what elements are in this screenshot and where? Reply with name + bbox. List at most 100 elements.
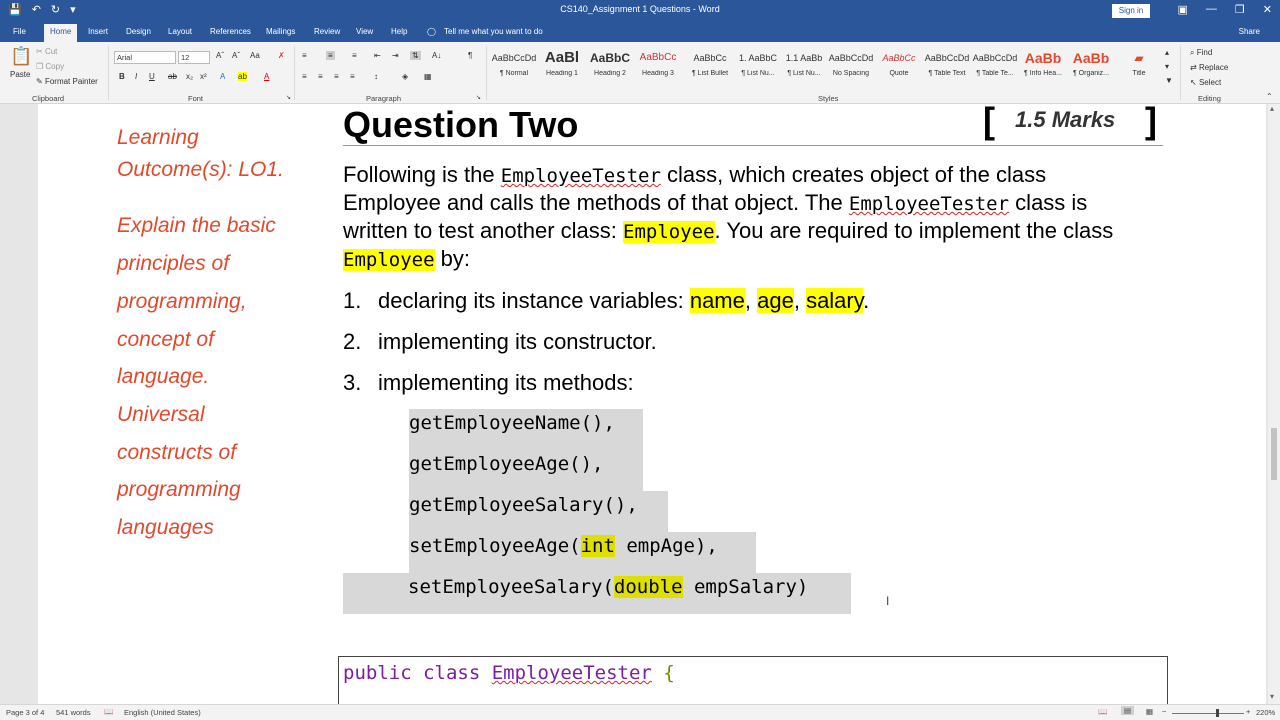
scroll-down-icon[interactable]: ▾	[1270, 692, 1274, 701]
vertical-scrollbar[interactable]: ▴ ▾	[1268, 104, 1280, 704]
numbering-icon[interactable]: ≡	[326, 51, 335, 60]
font-dialog-launcher-icon[interactable]: ↘	[286, 94, 291, 101]
style-sample: AaBbCc	[639, 52, 677, 63]
method-line: getEmployeeAge(),	[409, 453, 604, 475]
styles-scroll-down-icon[interactable]: ▾	[1165, 62, 1169, 71]
text: .	[863, 288, 870, 313]
align-left-icon[interactable]: ≡	[302, 72, 307, 81]
grow-font-icon[interactable]: Aˆ	[216, 51, 224, 60]
decrease-indent-icon[interactable]: ⇤	[374, 51, 381, 60]
tab-help[interactable]: Help	[391, 27, 407, 36]
ribbon-display-icon[interactable]: ▣	[1178, 3, 1188, 16]
page-count[interactable]: Page 3 of 4	[6, 708, 44, 717]
proofing-icon[interactable]: 📖	[104, 707, 113, 716]
shrink-font-icon[interactable]: Aˇ	[232, 51, 240, 60]
maximize-icon[interactable]: ❐	[1235, 3, 1245, 16]
tab-mailings[interactable]: Mailings	[266, 27, 295, 36]
zoom-out-icon[interactable]: −	[1162, 707, 1166, 716]
zoom-slider-thumb[interactable]	[1216, 709, 1219, 717]
text-effects-icon[interactable]: A	[220, 72, 225, 81]
word-count[interactable]: 541 words	[56, 708, 91, 717]
style-title[interactable]: ▰ Title	[1115, 50, 1163, 77]
minimize-icon[interactable]: —	[1206, 3, 1217, 16]
select-button[interactable]: ↖ Select	[1190, 78, 1221, 87]
underline-icon[interactable]: U	[149, 72, 155, 81]
font-name-box[interactable]: Arial	[114, 51, 176, 64]
bold-icon[interactable]: B	[119, 72, 125, 81]
clear-formatting-icon[interactable]: ✗	[278, 51, 285, 60]
zoom-level[interactable]: 220%	[1256, 708, 1275, 717]
language-indicator[interactable]: English (United States)	[124, 708, 201, 717]
tab-insert[interactable]: Insert	[88, 27, 108, 36]
style-info-heading[interactable]: AaBb ¶ Info Hea...	[1019, 50, 1067, 77]
style-list-number-2[interactable]: 1.1 AaBb ¶ List Nu...	[780, 50, 828, 77]
web-layout-icon[interactable]: ▦	[1146, 707, 1153, 716]
styles-scroll-up-icon[interactable]: ▴	[1165, 48, 1169, 57]
strikethrough-icon[interactable]: ab	[168, 72, 177, 81]
collapse-ribbon-icon[interactable]: ⌃	[1266, 92, 1273, 101]
align-center-icon[interactable]: ≡	[318, 72, 323, 81]
copy-label: Copy	[45, 62, 65, 71]
style-table-text-2[interactable]: AaBbCcDd ¶ Table Te...	[971, 50, 1019, 77]
justify-icon[interactable]: ≡	[350, 72, 355, 81]
change-case-icon[interactable]: Aa	[250, 51, 260, 60]
tab-home[interactable]: Home	[44, 24, 78, 42]
tab-review[interactable]: Review	[314, 27, 340, 36]
show-formatting-icon[interactable]: ¶	[468, 51, 472, 60]
align-right-icon[interactable]: ≡	[334, 72, 339, 81]
tell-me-search[interactable]: Tell me what you want to do	[444, 27, 543, 36]
print-layout-icon[interactable]: ▤	[1121, 706, 1135, 715]
style-list-number[interactable]: 1. AaBbC ¶ List Nu...	[734, 50, 782, 77]
close-icon[interactable]: ✕	[1263, 3, 1272, 16]
increase-indent-icon[interactable]: ⇥	[392, 51, 399, 60]
zoom-slider[interactable]	[1172, 713, 1244, 714]
style-heading-1[interactable]: AaBl Heading 1	[538, 50, 586, 77]
style-normal[interactable]: AaBbCcDd ¶ Normal	[490, 50, 538, 77]
variable-name: age	[757, 288, 794, 313]
paragraph-dialog-launcher-icon[interactable]: ↘	[476, 94, 481, 101]
style-heading-3[interactable]: AaBbCc Heading 3	[634, 50, 682, 77]
scroll-thumb[interactable]	[1271, 428, 1277, 480]
highlight-icon[interactable]: ab	[238, 72, 247, 81]
copy-button[interactable]: ❐ Copy	[36, 62, 64, 71]
tab-view[interactable]: View	[356, 27, 373, 36]
styles-more-icon[interactable]: ▼	[1165, 76, 1173, 85]
tab-design[interactable]: Design	[126, 27, 151, 36]
scroll-up-icon[interactable]: ▴	[1270, 104, 1274, 113]
style-quote[interactable]: AaBbCc Quote	[875, 50, 923, 77]
font-size-box[interactable]: 12	[178, 51, 210, 64]
bullets-icon[interactable]: ≡	[302, 51, 307, 60]
tab-file[interactable]: File	[13, 27, 26, 36]
sign-in-button[interactable]: Sign in	[1112, 4, 1150, 18]
find-button[interactable]: ⌕ Find	[1190, 48, 1212, 58]
intro-line-2: Employee and calls the methods of that o…	[343, 190, 1087, 216]
tab-layout[interactable]: Layout	[168, 27, 192, 36]
format-painter-button[interactable]: ✎ Format Painter	[36, 77, 98, 86]
style-table-text[interactable]: AaBbCcDd ¶ Table Text	[923, 50, 971, 77]
replace-button[interactable]: ⇄ Replace	[1190, 63, 1228, 72]
multilevel-list-icon[interactable]: ≡	[352, 51, 357, 60]
shading-icon[interactable]: ◈	[402, 72, 408, 81]
superscript-icon[interactable]: x²	[200, 72, 207, 81]
format-painter-label: Format Painter	[44, 77, 98, 86]
style-no-spacing[interactable]: AaBbCcDd No Spacing	[827, 50, 875, 77]
subscript-icon[interactable]: x₂	[186, 72, 193, 81]
sort-az-icon[interactable]: A↓	[432, 51, 441, 60]
style-list-bullet[interactable]: AaBbCc ¶ List Bullet	[686, 50, 734, 77]
style-heading-2[interactable]: AaBbC Heading 2	[586, 50, 634, 77]
style-organization[interactable]: AaBb ¶ Organiz...	[1067, 50, 1115, 77]
paste-button[interactable]: Paste	[10, 70, 30, 79]
font-color-icon[interactable]: A	[264, 72, 269, 81]
method-line: getEmployeeName(),	[409, 412, 615, 434]
sort-icon[interactable]: ⇅	[410, 51, 421, 60]
document-page[interactable]: Learning Outcome(s): LO1. Explain the ba…	[38, 104, 1266, 704]
paste-icon[interactable]: 📋	[10, 46, 32, 67]
italic-icon[interactable]: I	[135, 72, 137, 81]
read-mode-icon[interactable]: 📖	[1098, 707, 1107, 716]
share-button[interactable]: Share	[1239, 27, 1260, 36]
borders-icon[interactable]: ▦	[424, 72, 432, 81]
cut-button[interactable]: ✂ Cut	[36, 47, 57, 56]
line-spacing-icon[interactable]: ↕	[374, 72, 378, 81]
zoom-in-icon[interactable]: +	[1246, 707, 1250, 716]
tab-references[interactable]: References	[210, 27, 251, 36]
